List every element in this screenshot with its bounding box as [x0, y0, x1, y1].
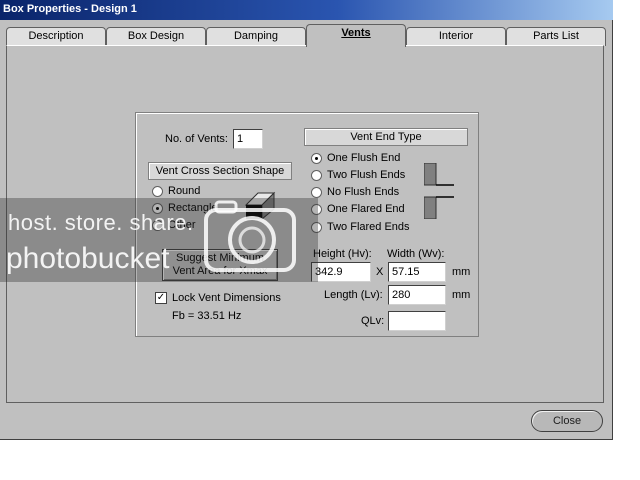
radio-indicator — [311, 203, 322, 215]
photobucket-camera-icon — [204, 200, 296, 272]
tab-damping[interactable]: Damping — [206, 27, 306, 46]
window-title: Box Properties - Design 1 — [3, 3, 137, 15]
tab-interior[interactable]: Interior — [406, 27, 506, 46]
qlv-label: QLv: — [361, 315, 385, 327]
end-two-flush-label: Two Flush Ends — [327, 169, 406, 181]
radio-indicator — [311, 152, 322, 164]
end-two-flush-radio[interactable]: Two Flush Ends — [311, 168, 405, 182]
watermark-tagline: host. store. share. — [8, 210, 194, 235]
length-input[interactable]: 280 — [388, 285, 446, 305]
radio-indicator — [311, 169, 322, 181]
tab-description[interactable]: Description — [6, 27, 106, 46]
length-label: Length (Lv): — [324, 289, 383, 301]
end-one-flared-radio[interactable]: One Flared End — [311, 202, 405, 216]
height-input[interactable]: 342.9 — [311, 262, 371, 282]
width-unit: mm — [452, 266, 471, 278]
tab-strip: Description Box Design Damping Vents Int… — [6, 24, 606, 47]
end-no-flush-radio[interactable]: No Flush Ends — [311, 185, 399, 199]
lock-vent-dimensions-checkbox[interactable]: ✓ — [155, 292, 167, 304]
radio-indicator — [311, 221, 322, 233]
cross-section-header: Vent Cross Section Shape — [148, 162, 292, 180]
watermark-brand: photobucket — [6, 242, 170, 275]
end-one-flared-label: One Flared End — [327, 203, 405, 215]
vent-count-label: No. of Vents: — [165, 133, 228, 145]
lock-vent-dimensions-label: Lock Vent Dimensions — [172, 292, 281, 304]
end-one-flush-radio[interactable]: One Flush End — [311, 151, 400, 165]
shape-round-radio[interactable]: Round — [152, 184, 200, 198]
shape-round-label: Round — [168, 185, 201, 197]
tab-box-design[interactable]: Box Design — [106, 27, 206, 46]
radio-indicator — [311, 186, 322, 198]
tab-vents[interactable]: Vents — [306, 24, 406, 47]
fb-readout: Fb = 33.51 Hz — [172, 310, 242, 322]
width-input[interactable]: 57.15 — [388, 262, 446, 282]
width-label: Width (Wv): — [387, 248, 445, 260]
vent-count-input[interactable]: 1 — [233, 129, 263, 149]
vent-end-type-header: Vent End Type — [304, 128, 468, 146]
end-two-flared-radio[interactable]: Two Flared Ends — [311, 220, 410, 234]
height-label: Height (Hv): — [313, 248, 372, 260]
qlv-input[interactable] — [388, 311, 446, 331]
length-unit: mm — [452, 289, 471, 301]
dimension-x-label: X — [376, 266, 384, 278]
title-bar[interactable]: Box Properties - Design 1 — [0, 0, 613, 20]
tab-parts-list[interactable]: Parts List — [506, 27, 606, 46]
close-button[interactable]: Close — [531, 410, 603, 432]
end-two-flared-label: Two Flared Ends — [327, 221, 410, 233]
radio-indicator — [152, 185, 163, 197]
end-no-flush-label: No Flush Ends — [327, 186, 400, 198]
end-one-flush-label: One Flush End — [327, 152, 401, 164]
vent-end-diagram-icon — [424, 163, 454, 219]
